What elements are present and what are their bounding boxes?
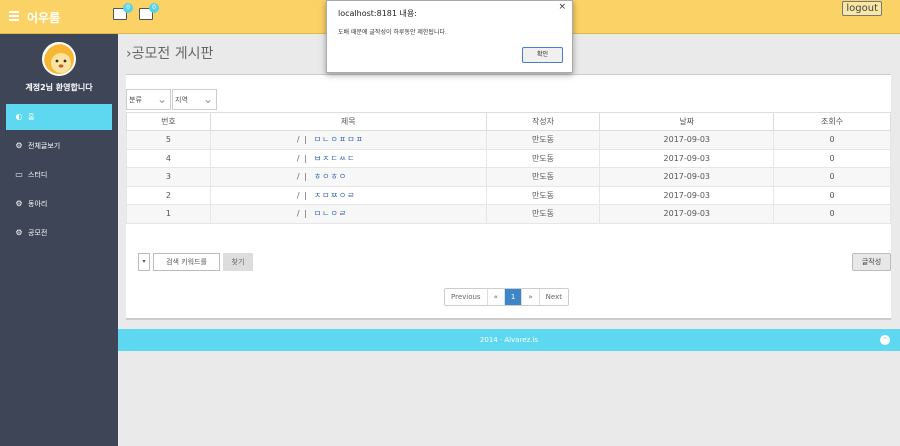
table-row[interactable]: 1 / | ㅁㄴㅇㄹ 만도동 2017-09-03 0 [126, 204, 891, 224]
pager-next[interactable]: Next [539, 289, 568, 305]
sidebar-item-study[interactable]: ▭ 스터디 [6, 162, 112, 188]
table-row[interactable]: 3 / | ㅎㅇㅎㅇ 만도동 2017-09-03 0 [126, 167, 891, 187]
column-header-title: 제목 [209, 112, 487, 131]
main-content: ›공모전 게시판 분류 ⌄ 지역 ⌄ 번호 제목 작성자 날짜 조회수 5 / … [118, 34, 900, 446]
chevron-down-icon: ⌄ [202, 92, 213, 106]
page-title: ›공모전 게시판 [126, 46, 214, 62]
close-icon[interactable]: × [558, 2, 566, 12]
region-select[interactable]: 지역 ⌄ [172, 89, 217, 110]
post-title-link[interactable]: ㅎㅇㅎㅇ [314, 172, 347, 181]
brand-name[interactable]: 어우름 [27, 9, 60, 26]
column-header-views: 조회수 [773, 112, 891, 131]
sidebar-item-club[interactable]: ⚙ 동아리 [6, 191, 112, 217]
table-row[interactable]: 2 / | ㅈㅁㅉㅇㄹ 만도동 2017-09-03 0 [126, 185, 891, 205]
post-title-link[interactable]: ㅁㄴㅇㄹ [314, 209, 347, 218]
footer: 2014 · Alvarez.is ⌃ [118, 329, 900, 351]
search-type-dropdown[interactable]: ▾ [138, 253, 150, 271]
alert-dialog: localhost:8181 내용: × 도배 때문에 글작성이 하루동안 제한… [326, 0, 573, 73]
sidebar-item-contest[interactable]: ⚙ 공모전 [6, 220, 112, 246]
menu-icon[interactable] [9, 11, 19, 21]
mail-badge: 0 [149, 3, 159, 13]
cogs-icon: ⚙ [15, 199, 23, 208]
search-input[interactable]: 검색 키워드를 [153, 253, 220, 271]
search-button[interactable]: 찾기 [223, 253, 253, 271]
post-title-link[interactable]: ㅁㄴㅇㅍㅁㅍ [314, 135, 364, 144]
scroll-top-icon[interactable]: ⌃ [880, 335, 890, 345]
board-panel: 분류 ⌄ 지역 ⌄ 번호 제목 작성자 날짜 조회수 5 / |ㅁㄴㅇㅍㅁㅍ [126, 74, 891, 320]
dialog-message: 도배 때문에 글작성이 하루동안 제한됩니다. [338, 29, 447, 36]
footer-text: 2014 · Alvarez.is [479, 336, 539, 344]
cogs-icon: ⚙ [15, 141, 23, 150]
desktop-icon: ▭ [15, 170, 23, 179]
board-table: 번호 제목 작성자 날짜 조회수 5 / | ㅁㄴㅇㅍㅁㅍ 만도동 2017-09… [126, 112, 891, 224]
notification-icon[interactable]: 0 [113, 3, 133, 20]
write-post-button[interactable]: 글작성 [852, 253, 891, 271]
welcome-message: 계정2님 환영합니다 [25, 83, 93, 92]
cogs-icon: ⚙ [15, 228, 23, 237]
post-title-link[interactable]: ㅈㅁㅉㅇㄹ [314, 191, 356, 200]
ok-button[interactable]: 확인 [522, 47, 563, 63]
pager-next-arrow[interactable]: » [522, 289, 540, 305]
chevron-down-icon: ⌄ [156, 92, 167, 106]
column-header-author: 작성자 [485, 112, 601, 131]
pager-previous[interactable]: Previous [445, 289, 488, 305]
sidebar: 계정2님 환영합니다 ◐ 홈 ⚙ 전체글보기 ▭ 스터디 ⚙ 동아리 ⚙ 공모전 [0, 34, 118, 446]
mail-icon[interactable]: 0 [139, 3, 159, 20]
column-header-date: 날짜 [599, 112, 775, 131]
sidebar-item-home[interactable]: ◐ 홈 [6, 104, 112, 130]
table-row[interactable]: 5 / | ㅁㄴㅇㅍㅁㅍ 만도동 2017-09-03 0 [126, 130, 891, 150]
notification-badge: 0 [123, 3, 133, 13]
category-select[interactable]: 분류 ⌄ [126, 89, 171, 110]
sidebar-item-all-posts[interactable]: ⚙ 전체글보기 [6, 133, 112, 159]
post-title-link[interactable]: ㅂㅈㄷㅆㄷ [314, 154, 356, 163]
table-row[interactable]: 4 / | ㅂㅈㄷㅆㄷ 만도동 2017-09-03 0 [126, 148, 891, 168]
dashboard-icon: ◐ [15, 112, 23, 121]
pager-prev-arrow[interactable]: « [487, 289, 505, 305]
dialog-title: localhost:8181 내용: [338, 9, 417, 18]
column-header-number: 번호 [126, 112, 211, 131]
pagination: Previous « 1 » Next [444, 288, 569, 306]
avatar [42, 42, 76, 76]
pager-page-1[interactable]: 1 [504, 289, 523, 305]
logout-button[interactable]: logout [842, 1, 882, 16]
